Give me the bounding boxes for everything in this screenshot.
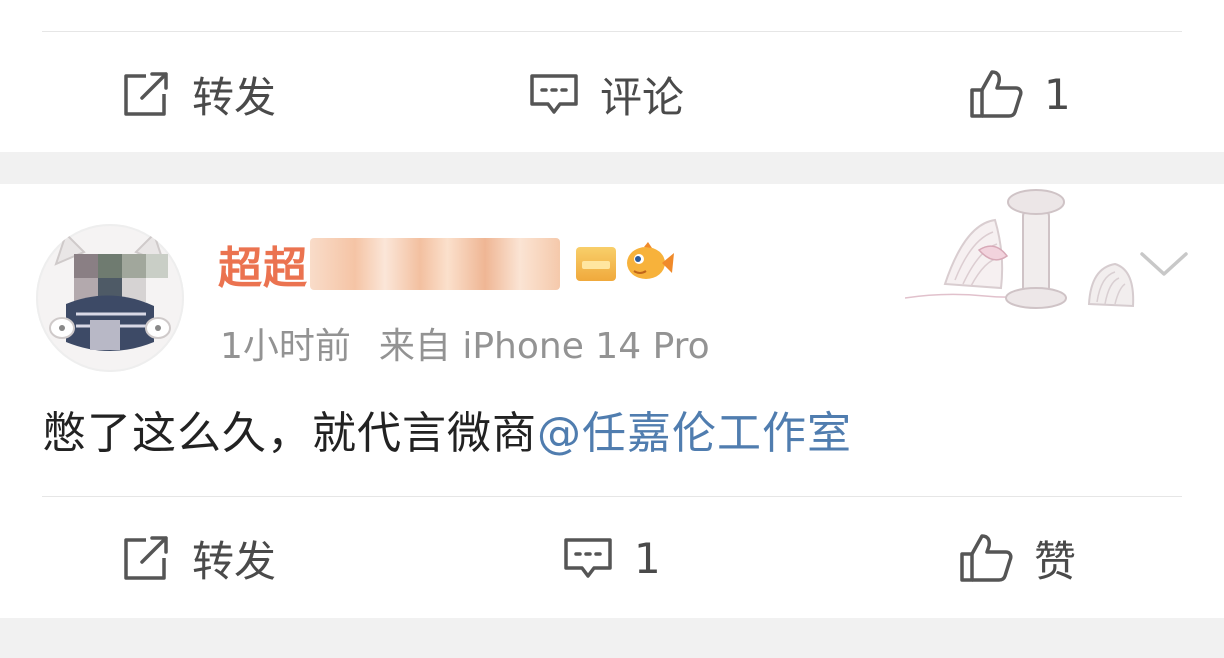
repost-icon <box>120 70 172 118</box>
like-label: 赞 <box>1034 536 1077 586</box>
comment-label: 评论 <box>600 72 685 122</box>
repost-button[interactable]: 转发 <box>120 518 276 598</box>
author-row: 超超 <box>218 229 674 299</box>
comment-button[interactable]: 1 <box>562 518 661 598</box>
feed-separator <box>0 618 1224 658</box>
mention-link[interactable]: @任嘉伦工作室 <box>537 408 852 459</box>
avatar[interactable] <box>36 224 184 372</box>
comment-button[interactable]: 评论 <box>528 54 684 134</box>
divider <box>42 31 1182 32</box>
comment-icon <box>528 70 580 118</box>
post-text: 憋了这么久，就代言微商 <box>42 408 537 459</box>
like-count: 1 <box>1044 69 1071 119</box>
post-card: 超超 1小时前 来自 iPhone 14 Pro 憋了这么久，就代言微商@任嘉伦… <box>0 184 1224 618</box>
divider <box>42 496 1182 497</box>
comment-icon <box>562 534 614 582</box>
card-decoration-image <box>904 184 1135 324</box>
vip-badge-icon[interactable] <box>576 247 616 281</box>
like-button[interactable]: 1 <box>968 54 1071 134</box>
obscured-username <box>310 238 560 290</box>
action-bar: 转发 1 赞 <box>0 518 1224 598</box>
post-source: 来自 iPhone 14 Pro <box>378 326 710 367</box>
timestamp: 1小时前 <box>220 326 351 367</box>
username[interactable]: 超超 <box>218 232 308 296</box>
repost-label: 转发 <box>192 536 277 586</box>
post-meta: 1小时前 来自 iPhone 14 Pro <box>220 317 710 369</box>
repost-button[interactable]: 转发 <box>120 54 276 134</box>
repost-label: 转发 <box>192 72 277 122</box>
chevron-down-icon[interactable] <box>1136 244 1192 284</box>
like-icon <box>958 532 1014 584</box>
like-icon <box>968 68 1024 120</box>
previous-post-card: 转发 评论 1 <box>0 0 1224 152</box>
comment-count: 1 <box>634 533 661 583</box>
feed-separator <box>0 152 1224 184</box>
fish-badge-icon[interactable] <box>624 241 674 287</box>
action-bar: 转发 评论 1 <box>0 54 1224 134</box>
repost-icon <box>120 534 172 582</box>
post-content: 憋了这么久，就代言微商@任嘉伦工作室 <box>42 397 852 461</box>
like-button[interactable]: 赞 <box>958 518 1076 598</box>
